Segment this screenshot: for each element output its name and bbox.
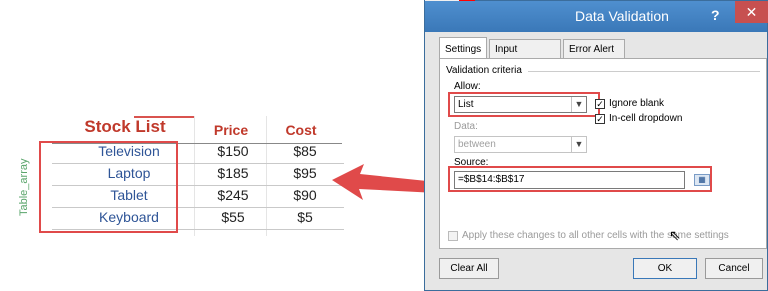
incell-dropdown-label: In-cell dropdown — [609, 113, 683, 124]
settings-panel: Validation criteria Allow: List ▼ ✓ Igno… — [439, 58, 767, 249]
ignore-blank-checkbox[interactable]: ✓ — [595, 99, 605, 109]
section-divider — [528, 71, 760, 72]
dialog-titlebar[interactable]: Data Validation ? ✕ — [425, 1, 768, 32]
item-price[interactable]: $245 — [202, 187, 264, 203]
data-select: between ▼ — [454, 136, 587, 153]
dialog-title: Data Validation — [575, 8, 669, 24]
pointer-cursor-icon: ⇖ — [669, 227, 681, 243]
allow-highlight-box — [448, 92, 600, 117]
item-cost[interactable]: $85 — [274, 143, 336, 159]
allow-label: Allow: — [454, 81, 481, 92]
data-label: Data: — [454, 121, 478, 132]
validation-criteria-label: Validation criteria — [446, 65, 522, 76]
close-button[interactable]: ✕ — [735, 1, 768, 23]
ok-button[interactable]: OK — [633, 258, 697, 279]
help-button[interactable]: ? — [711, 7, 720, 23]
tab-input-message[interactable]: Input Message — [489, 39, 561, 74]
apply-all-checkbox[interactable] — [448, 231, 458, 241]
tab-error-alert[interactable]: Error Alert — [563, 39, 625, 58]
annotation-underline — [134, 116, 194, 118]
table-header: Stock List Price Cost — [34, 116, 346, 142]
cancel-button[interactable]: Cancel — [705, 258, 763, 279]
ignore-blank-label: Ignore blank — [609, 98, 665, 109]
highlight-range-box — [39, 141, 178, 233]
price-header[interactable]: Price — [200, 122, 262, 138]
item-price[interactable]: $55 — [202, 209, 264, 225]
source-highlight-box — [448, 166, 712, 192]
item-price[interactable]: $185 — [202, 165, 264, 181]
stock-list-title[interactable]: Stock List — [60, 117, 190, 137]
cost-header[interactable]: Cost — [270, 122, 332, 138]
incell-dropdown-checkbox[interactable]: ✓ — [595, 114, 605, 124]
apply-all-label: Apply these changes to all other cells w… — [462, 230, 729, 241]
chevron-down-icon: ▼ — [571, 137, 586, 152]
item-cost[interactable]: $95 — [274, 165, 336, 181]
clear-all-button[interactable]: Clear All — [439, 258, 499, 279]
table-array-label: Table_array — [18, 158, 30, 216]
tab-settings[interactable]: Settings — [439, 37, 487, 58]
data-validation-dialog: Data Validation ? ✕ Settings Input Messa… — [424, 0, 768, 291]
data-value: between — [458, 139, 496, 150]
item-price[interactable]: $150 — [202, 143, 264, 159]
item-cost[interactable]: $5 — [274, 209, 336, 225]
item-cost[interactable]: $90 — [274, 187, 336, 203]
